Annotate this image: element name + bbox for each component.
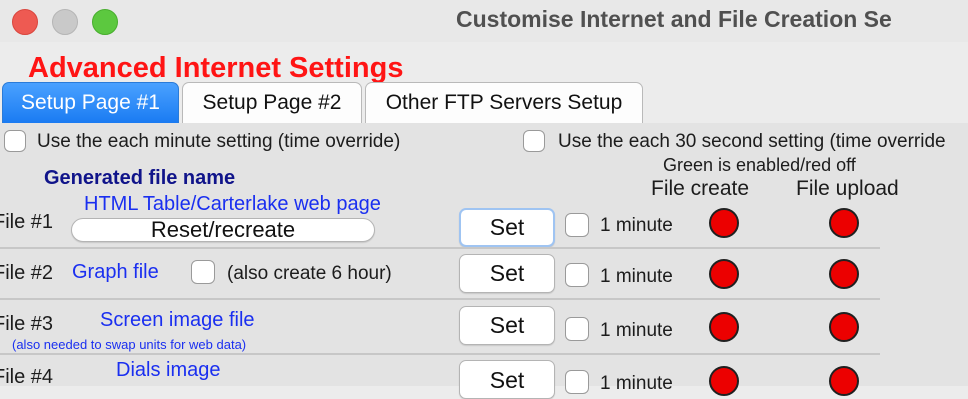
minimize-window-button[interactable] — [52, 9, 78, 35]
file-upload-header: File upload — [796, 177, 899, 200]
file-1-name: HTML Table/Carterlake web page — [84, 193, 381, 215]
file-2-interval-label: 1 minute — [600, 266, 673, 287]
file-3-create-status-indicator — [709, 312, 739, 342]
file-3-name: Screen image file — [100, 309, 255, 331]
row-divider — [0, 353, 880, 355]
file-4-set-button[interactable]: Set — [459, 360, 555, 399]
status-legend: Green is enabled/red off — [663, 155, 856, 175]
tab-setup-page-2[interactable]: Setup Page #2 — [182, 82, 362, 123]
file-4-interval-checkbox[interactable] — [565, 370, 589, 394]
row-divider — [0, 247, 880, 249]
file-1-set-button[interactable]: Set — [459, 208, 555, 247]
file-2-set-button[interactable]: Set — [459, 254, 555, 293]
generated-file-name-header: Generated file name — [44, 167, 236, 189]
file-1-upload-status-indicator — [829, 208, 859, 238]
close-window-button[interactable] — [12, 9, 38, 35]
file-1-label: File #1 — [0, 211, 54, 233]
minute-override-label: Use the each minute setting (time overri… — [37, 131, 401, 152]
file-4-name: Dials image — [116, 359, 221, 381]
file-4-interval-label: 1 minute — [600, 373, 673, 394]
create-6-hour-label: (also create 6 hour) — [227, 263, 392, 284]
file-1-interval-checkbox[interactable] — [565, 213, 589, 237]
tab-other-ftp-servers[interactable]: Other FTP Servers Setup — [365, 82, 643, 123]
file-2-name: Graph file — [72, 261, 159, 283]
thirty-second-override-checkbox[interactable] — [523, 130, 545, 152]
file-3-set-button[interactable]: Set — [459, 306, 555, 345]
file-3-label: File #3 — [0, 313, 54, 335]
window-title: Customise Internet and File Creation Se — [456, 6, 892, 32]
file-4-create-status-indicator — [709, 366, 739, 396]
file-2-interval-checkbox[interactable] — [565, 263, 589, 287]
tab-setup-page-1[interactable]: Setup Page #1 — [2, 82, 179, 123]
thirty-second-override-label: Use the each 30 second setting (time ove… — [558, 131, 946, 152]
create-6-hour-checkbox[interactable] — [191, 260, 215, 284]
reset-recreate-button[interactable]: Reset/recreate — [71, 217, 375, 242]
file-1-interval-label: 1 minute — [600, 215, 673, 236]
file-2-label: File #2 — [0, 262, 54, 284]
file-1-create-status-indicator — [709, 208, 739, 238]
file-3-upload-status-indicator — [829, 312, 859, 342]
file-2-upload-status-indicator — [829, 259, 859, 289]
zoom-window-button[interactable] — [92, 9, 118, 35]
file-3-note: (also needed to swap units for web data) — [12, 337, 247, 352]
file-4-upload-status-indicator — [829, 366, 859, 396]
file-3-interval-label: 1 minute — [600, 320, 673, 341]
minute-override-checkbox[interactable] — [4, 130, 26, 152]
page-heading: Advanced Internet Settings — [28, 52, 404, 84]
file-3-interval-checkbox[interactable] — [565, 317, 589, 341]
file-create-header: File create — [651, 177, 750, 200]
file-2-create-status-indicator — [709, 259, 739, 289]
row-divider — [0, 298, 880, 300]
